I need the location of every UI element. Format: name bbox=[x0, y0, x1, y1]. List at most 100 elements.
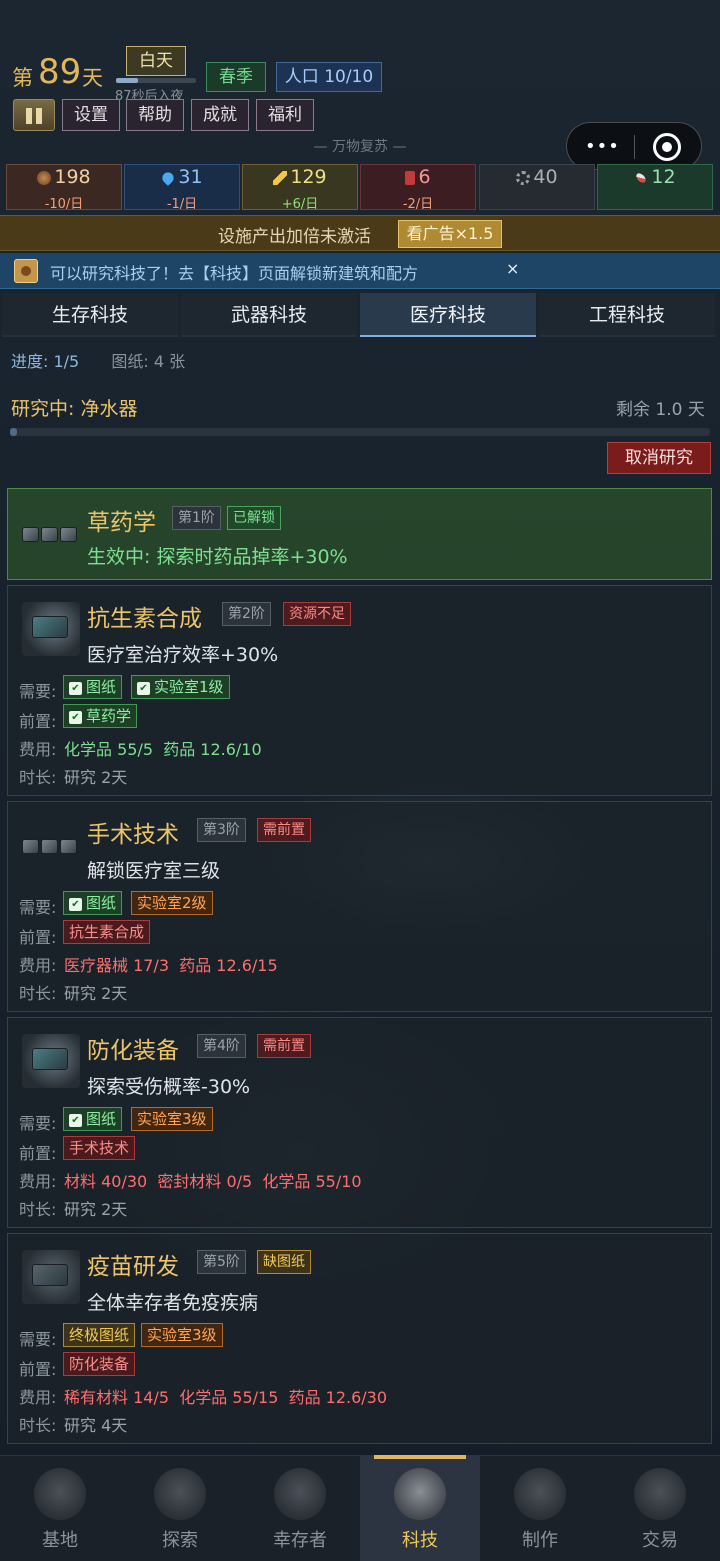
miniprogram-capsule: ••• bbox=[566, 122, 702, 170]
require-item: 图纸 bbox=[63, 1107, 123, 1131]
tab-engineering-tech[interactable]: 工程科技 bbox=[539, 293, 715, 337]
food-rate: -10/日 bbox=[44, 197, 84, 212]
nav-base[interactable]: 基地 bbox=[0, 1456, 120, 1561]
machine-icon bbox=[22, 602, 80, 656]
cost-item: 稀有材料 14/5 bbox=[64, 1388, 170, 1407]
night-countdown-bar bbox=[116, 78, 196, 83]
season-badge: 春季 bbox=[206, 62, 266, 92]
tech-progress: 进度: 1/5 图纸: 4 张 bbox=[11, 348, 185, 372]
cost-list: 医疗器械 17/3 药品 12.6/15 bbox=[64, 952, 278, 976]
fuel-canister-icon bbox=[405, 170, 416, 185]
resource-fuel: 6 -2/日 bbox=[360, 164, 476, 212]
food-icon bbox=[37, 170, 52, 185]
achievements-button[interactable]: 成就 bbox=[191, 99, 249, 131]
prereq-item: 手术技术 bbox=[63, 1136, 136, 1160]
tech-effect: 解锁医疗室三级 bbox=[87, 860, 221, 882]
cost-item: 化学品 55/15 bbox=[179, 1388, 279, 1407]
tech-name: 疫苗研发 bbox=[87, 1254, 179, 1280]
nav-trade[interactable]: 交易 bbox=[600, 1456, 720, 1561]
prereq-label: 前置: bbox=[19, 1360, 57, 1379]
tier-badge: 第2阶 bbox=[222, 602, 271, 626]
cost-item: 医疗器械 17/3 bbox=[64, 956, 170, 975]
resource-food: 198 -10/日 bbox=[6, 164, 122, 212]
tech-card-herbalism[interactable]: 草药学 第1阶 已解锁 生效中: 探索时药品掉率+30% bbox=[7, 488, 712, 580]
require-item: 图纸 bbox=[63, 891, 123, 915]
cost-item: 化学品 55/10 bbox=[262, 1172, 362, 1191]
day-suffix: 天 bbox=[82, 66, 103, 90]
tech-effect: 探索受伤概率-30% bbox=[87, 1076, 251, 1098]
resource-parts: 40 bbox=[479, 164, 595, 210]
tab-survival-tech[interactable]: 生存科技 bbox=[2, 293, 178, 337]
nav-tech[interactable]: 科技 bbox=[360, 1455, 480, 1561]
nav-label: 制作 bbox=[522, 1530, 558, 1551]
cost-item: 药品 12.6/10 bbox=[163, 740, 262, 759]
tech-card-hazmat[interactable]: 防化装备 第4阶 需前置 探索受伤概率-30% 需要: 图纸 实验室3级 前置:… bbox=[7, 1017, 712, 1228]
medicine-pill-icon bbox=[634, 171, 648, 184]
survivor-icon bbox=[274, 1468, 326, 1520]
close-target-icon[interactable] bbox=[653, 133, 681, 161]
water-value: 31 bbox=[178, 166, 203, 188]
status-badge: 缺图纸 bbox=[257, 1250, 311, 1274]
crates-icon bbox=[22, 833, 80, 863]
tab-weapon-tech[interactable]: 武器科技 bbox=[181, 293, 357, 337]
medicine-value: 12 bbox=[651, 166, 676, 188]
more-icon[interactable]: ••• bbox=[585, 137, 619, 157]
nav-label: 交易 bbox=[642, 1530, 678, 1551]
research-remaining-time: 剩余 1.0 天 bbox=[616, 400, 705, 420]
duration-label: 时长: bbox=[19, 1416, 57, 1435]
prereq-item: 防化装备 bbox=[63, 1352, 136, 1376]
research-progress-fill bbox=[10, 428, 17, 436]
cancel-research-button[interactable]: 取消研究 bbox=[607, 442, 711, 474]
pause-icon-bar bbox=[36, 108, 42, 124]
require-label: 需要: bbox=[19, 898, 57, 917]
help-button[interactable]: 帮助 bbox=[126, 99, 184, 131]
nav-craft[interactable]: 制作 bbox=[480, 1456, 600, 1561]
status-badge: 需前置 bbox=[257, 818, 311, 842]
settings-button[interactable]: 设置 bbox=[62, 99, 120, 131]
require-item: 实验室2级 bbox=[131, 891, 213, 915]
tier-badge: 第5阶 bbox=[197, 1250, 246, 1274]
cost-label: 费用: bbox=[19, 1388, 57, 1407]
require-label: 需要: bbox=[19, 682, 57, 701]
close-icon[interactable]: × bbox=[506, 259, 519, 278]
duration-value: 研究 4天 bbox=[64, 1416, 128, 1435]
current-research-label: 研究中: bbox=[11, 398, 81, 420]
production-boost-banner: 设施产出加倍未激活 看广告×1.5 bbox=[0, 215, 720, 251]
lightning-icon bbox=[273, 170, 288, 185]
resource-power: 129 +6/日 bbox=[242, 164, 358, 212]
tip-icon bbox=[14, 259, 38, 283]
cost-item: 材料 40/30 bbox=[64, 1172, 148, 1191]
capsule-divider bbox=[634, 135, 635, 159]
tech-card-vaccine[interactable]: 疫苗研发 第5阶 缺图纸 全体幸存者免疫疾病 需要: 终极图纸 实验室3级 前置… bbox=[7, 1233, 712, 1444]
day-prefix: 第 bbox=[12, 66, 33, 90]
watch-ad-boost-button[interactable]: 看广告×1.5 bbox=[398, 220, 502, 248]
research-tip-banner[interactable]: 可以研究科技了！去【科技】页面解锁新建筑和配方 × bbox=[0, 253, 720, 289]
welfare-button[interactable]: 福利 bbox=[256, 99, 314, 131]
pause-button[interactable] bbox=[13, 99, 55, 131]
tech-card-surgery[interactable]: 手术技术 第3阶 需前置 解锁医疗室三级 需要: 图纸 实验室2级 前置: 抗生… bbox=[7, 801, 712, 1012]
power-rate: +6/日 bbox=[281, 197, 319, 212]
prereq-item: 抗生素合成 bbox=[63, 920, 151, 944]
cost-label: 费用: bbox=[19, 1172, 57, 1191]
duration-label: 时长: bbox=[19, 1200, 57, 1219]
prereq-label: 前置: bbox=[19, 712, 57, 731]
cost-list: 化学品 55/5 药品 12.6/10 bbox=[64, 736, 262, 760]
duration-value: 研究 2天 bbox=[64, 768, 128, 787]
machine-icon bbox=[22, 1250, 80, 1304]
require-item: 图纸 bbox=[63, 675, 123, 699]
require-item: 终极图纸 bbox=[63, 1323, 136, 1347]
require-item: 实验室3级 bbox=[141, 1323, 223, 1347]
tech-card-antibiotics[interactable]: 抗生素合成 第2阶 资源不足 医疗室治疗效率+30% 需要: 图纸 实验室1级 … bbox=[7, 585, 712, 796]
nav-survivors[interactable]: 幸存者 bbox=[240, 1456, 360, 1561]
tier-badge: 第1阶 bbox=[172, 506, 221, 530]
cost-item: 药品 12.6/30 bbox=[288, 1388, 388, 1407]
tier-badge: 第3阶 bbox=[197, 818, 246, 842]
tip-text: 可以研究科技了！去【科技】页面解锁新建筑和配方 bbox=[50, 264, 419, 283]
nav-explore[interactable]: 探索 bbox=[120, 1456, 240, 1561]
progress-count: 进度: 1/5 bbox=[11, 352, 80, 371]
fuel-value: 6 bbox=[418, 166, 431, 188]
require-item: 实验室3级 bbox=[131, 1107, 213, 1131]
pause-icon bbox=[26, 108, 32, 124]
tab-medical-tech[interactable]: 医疗科技 bbox=[360, 293, 536, 337]
water-rate: -1/日 bbox=[166, 197, 198, 212]
